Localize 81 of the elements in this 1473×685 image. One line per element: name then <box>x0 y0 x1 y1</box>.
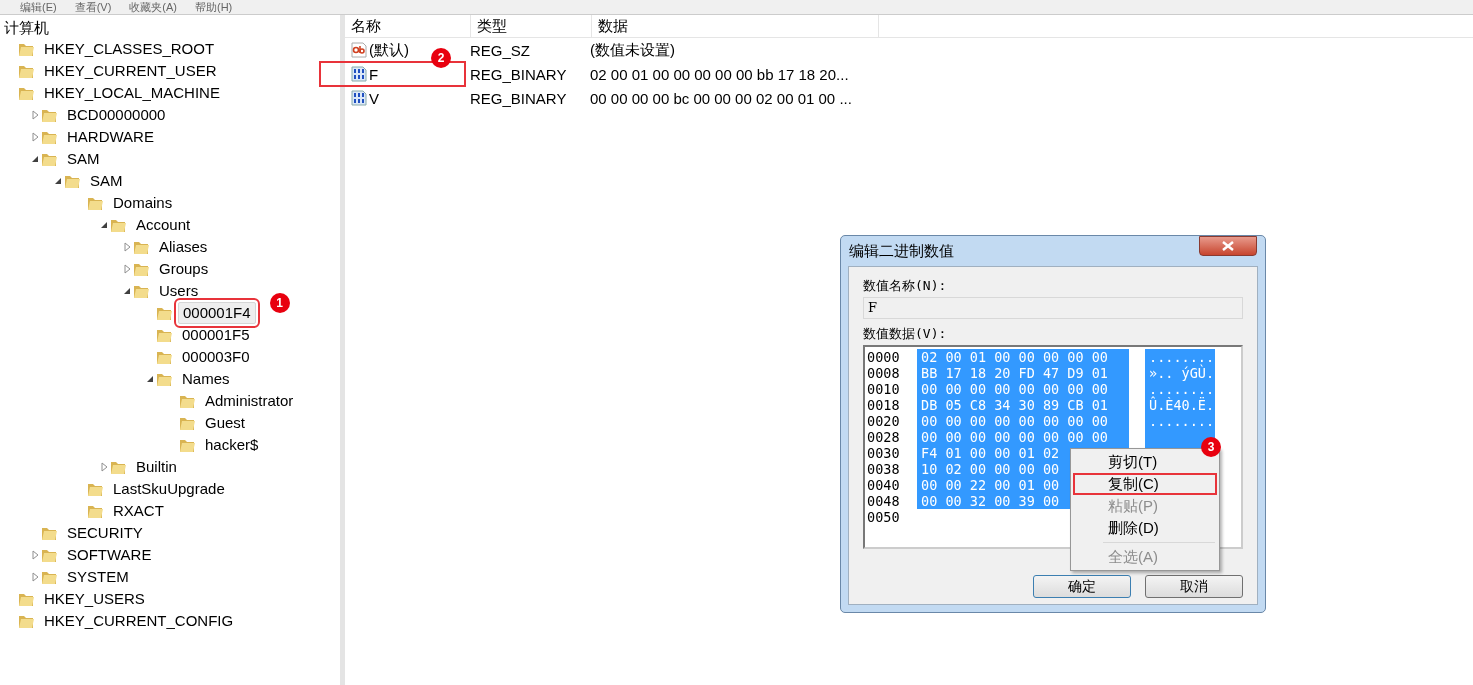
tree-item[interactable]: Groups <box>155 259 213 279</box>
tree-item[interactable]: Domains <box>109 193 177 213</box>
menu-item[interactable]: 帮助(H) <box>195 0 233 14</box>
value-name[interactable]: (默认) <box>369 40 409 60</box>
tree-item[interactable]: HKEY_USERS <box>40 589 149 609</box>
offset-text: 0050 <box>867 509 901 525</box>
tree-item[interactable]: 000003F0 <box>178 347 254 367</box>
tree-item[interactable]: HKEY_LOCAL_MACHINE <box>40 83 224 103</box>
hex-bytes: 00 00 00 00 00 00 00 00 <box>917 413 1129 429</box>
offset-text: 0040 <box>867 477 901 493</box>
tree-item[interactable]: SAM <box>63 149 104 169</box>
ascii-text: ........ <box>1145 381 1215 397</box>
value-type: REG_BINARY <box>470 65 567 83</box>
dialog-title: 编辑二进制数值 <box>849 241 954 261</box>
tree-item[interactable]: Administrator <box>201 391 298 411</box>
offset-text: 0038 <box>867 461 901 477</box>
field-label: 数值名称(N): <box>863 277 948 295</box>
tree-item[interactable]: RXACT <box>109 501 168 521</box>
ok-button[interactable]: 确定 <box>1033 575 1131 598</box>
binary-value-icon <box>351 90 367 106</box>
tree-item[interactable]: Users <box>155 281 203 301</box>
offset-text: 0018 <box>867 397 901 413</box>
number-badge: 1 <box>269 293 290 313</box>
close-icon <box>1221 240 1235 252</box>
tree-item[interactable]: SOFTWARE <box>63 545 156 565</box>
hex-bytes: 02 00 01 00 00 00 00 00 <box>917 349 1129 365</box>
menu-item[interactable]: 复制(C) <box>1073 473 1217 495</box>
menu-item[interactable]: 编辑(E) <box>20 0 57 14</box>
tree-item[interactable]: Account <box>132 215 195 235</box>
tree-item[interactable]: HKEY_CURRENT_USER <box>40 61 221 81</box>
tree-item[interactable]: hacker$ <box>201 435 263 455</box>
tree-item[interactable]: SECURITY <box>63 523 147 543</box>
hex-bytes: BB 17 18 20 FD 47 D9 01 <box>917 365 1129 381</box>
ascii-text: ».. ýGÙ. <box>1145 365 1215 381</box>
tree-item[interactable]: Aliases <box>155 237 212 257</box>
menu-item[interactable]: 删除(D) <box>1073 517 1217 539</box>
offset-text: 0010 <box>867 381 901 397</box>
name-field: F <box>863 297 1243 319</box>
offset-text: 0008 <box>867 365 901 381</box>
tree-item[interactable]: Names <box>178 369 234 389</box>
column-header[interactable]: 类型 <box>471 15 592 37</box>
hex-bytes: 00 00 00 00 00 00 00 00 <box>917 381 1129 397</box>
tree-item[interactable]: SAM <box>86 171 127 191</box>
ascii-text: Û.È40.Ë. <box>1145 397 1215 413</box>
tree-item[interactable]: HARDWARE <box>63 127 158 147</box>
menu-item[interactable]: 收藏夹(A) <box>129 0 177 14</box>
tree-item[interactable]: HKEY_CURRENT_CONFIG <box>40 611 238 631</box>
cancel-button[interactable]: 取消 <box>1145 575 1243 598</box>
tree-item[interactable]: HKEY_CLASSES_ROOT <box>40 39 219 59</box>
value-data: 02 00 01 00 00 00 00 00 bb 17 18 20... <box>590 65 849 83</box>
tree-item[interactable]: BCD00000000 <box>63 105 170 125</box>
string-value-icon <box>351 42 367 58</box>
value-name[interactable]: V <box>369 89 379 107</box>
hex-bytes: 00 00 00 00 00 00 00 00 <box>917 429 1129 445</box>
number-badge: 2 <box>431 48 451 68</box>
ascii-text: ........ <box>1145 349 1215 365</box>
offset-text: 0028 <box>867 429 901 445</box>
tree-item[interactable]: SYSTEM <box>63 567 133 587</box>
tree-item[interactable]: 000001F5 <box>178 325 254 345</box>
binary-value-icon <box>351 66 367 82</box>
value-data: 00 00 00 00 bc 00 00 00 02 00 01 00 ... <box>590 89 852 107</box>
column-header[interactable]: 名称 <box>345 15 471 37</box>
value-name[interactable]: F <box>369 65 379 83</box>
menu-item[interactable]: 查看(V) <box>74 0 112 14</box>
offset-text: 0020 <box>867 413 901 429</box>
offset-text: 0048 <box>867 493 901 509</box>
tree-root-label[interactable]: 计算机 <box>0 17 49 38</box>
hex-bytes: DB 05 C8 34 30 89 CB 01 <box>917 397 1129 413</box>
tree-item[interactable]: LastSkuUpgrade <box>109 479 229 499</box>
value-data: (数值未设置) <box>590 40 675 60</box>
value-type: REG_SZ <box>470 41 530 59</box>
tree-item[interactable]: Builtin <box>132 457 181 477</box>
close-button[interactable] <box>1199 236 1257 256</box>
ascii-text: ........ <box>1145 413 1215 429</box>
offset-text: 0030 <box>867 445 901 461</box>
tree-item[interactable]: Guest <box>201 413 250 433</box>
number-badge: 3 <box>1201 437 1221 457</box>
value-type: REG_BINARY <box>470 89 567 107</box>
offset-text: 0000 <box>867 349 901 365</box>
column-header[interactable]: 数据 <box>592 15 879 37</box>
field-label: 数值数据(V): <box>863 325 948 343</box>
